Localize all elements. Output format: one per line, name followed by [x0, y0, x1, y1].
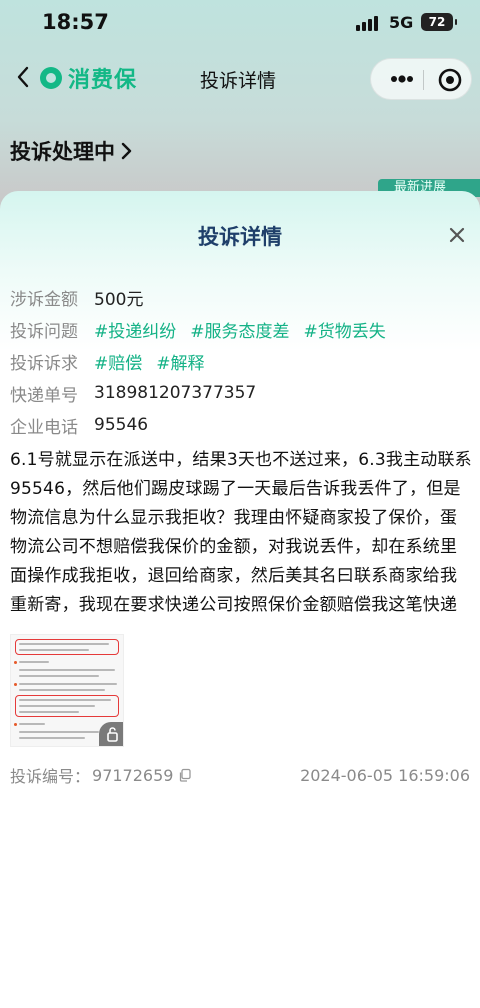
evidence-line: [19, 661, 49, 663]
capsule-divider: [423, 70, 424, 90]
nav-bar: 消费保 投诉详情: [0, 52, 480, 106]
amount-value: 500元: [94, 289, 144, 310]
status-time: 18:57: [42, 10, 109, 34]
tracking-number: 318981207377357: [94, 383, 257, 403]
evidence-dot: [14, 683, 17, 686]
evidence-line: [19, 731, 99, 733]
evidence-highlight-box: [15, 639, 119, 655]
amount-label: 涉诉金额: [10, 289, 78, 310]
demand-label: 投诉诉求: [10, 353, 78, 374]
complaint-id-value: 97172659: [92, 765, 174, 785]
tracking-label: 快递单号: [10, 385, 78, 406]
evidence-line: [19, 705, 95, 707]
evidence-line: [19, 649, 89, 651]
more-icon[interactable]: [385, 65, 419, 93]
evidence-line: [19, 737, 85, 739]
complaint-timestamp: 2024-06-05 16:59:06: [300, 765, 470, 785]
close-miniprogram-icon[interactable]: [437, 67, 463, 93]
phone-label: 企业电话: [10, 417, 78, 438]
signal-icon: [356, 15, 378, 31]
back-arrow-icon[interactable]: [12, 62, 36, 92]
evidence-line: [19, 643, 109, 645]
nav-title: 投诉详情: [200, 70, 277, 92]
status-bar: 18:57 5G 72: [0, 0, 480, 46]
copy-icon[interactable]: [178, 768, 192, 782]
amount-row: 涉诉金额 500元: [10, 284, 143, 310]
complaint-detail-sheet: 投诉详情 涉诉金额 500元 投诉问题 #投递纠纷 #服务态度差 #货物丢失 投…: [0, 191, 480, 1008]
network-label: 5G: [389, 13, 414, 32]
demand-row: 投诉诉求 #赔偿 #解释: [10, 348, 219, 374]
evidence-line: [19, 669, 115, 671]
demand-tag[interactable]: #赔偿: [94, 349, 142, 374]
page-heading-text: 投诉处理中: [10, 140, 115, 164]
phone-row: 企业电话 95546: [10, 412, 148, 438]
issue-tag[interactable]: #投递纠纷: [94, 317, 176, 342]
sheet-title: 投诉详情: [198, 225, 282, 249]
close-icon[interactable]: [447, 225, 467, 245]
page-heading[interactable]: 投诉处理中: [10, 136, 133, 166]
footer-row: 投诉编号： 97172659 2024-06-05 16:59:06: [10, 763, 470, 787]
evidence-line: [19, 699, 111, 701]
demand-tag[interactable]: #解释: [156, 349, 204, 374]
brand-logo-icon: [40, 67, 62, 89]
brand: 消费保: [40, 64, 138, 93]
issue-tag[interactable]: #货物丢失: [304, 317, 386, 342]
tracking-row: 快递单号 318981207377357: [10, 380, 256, 406]
issue-label: 投诉问题: [10, 321, 78, 342]
complaint-description: 6.1号就显示在派送中，结果3天也不送过来，6.3我主动联系95546，然后他们…: [10, 450, 472, 615]
battery-icon: 72: [421, 13, 457, 31]
evidence-line: [19, 689, 105, 691]
issue-tag[interactable]: #服务态度差: [190, 317, 289, 342]
complaint-id-label: 投诉编号：: [10, 767, 91, 786]
evidence-dot: [14, 723, 17, 726]
evidence-line: [19, 711, 79, 713]
chevron-right-icon: [121, 142, 132, 160]
evidence-line: [19, 675, 99, 677]
phone-value: 95546: [94, 415, 149, 435]
brand-name: 消费保: [68, 68, 138, 93]
miniprogram-capsule: [370, 58, 472, 100]
evidence-dot: [14, 661, 17, 664]
evidence-line: [19, 723, 45, 725]
expand-image-icon[interactable]: [99, 722, 123, 746]
evidence-image-thumbnail[interactable]: [10, 634, 124, 747]
issue-row: 投诉问题 #投递纠纷 #服务态度差 #货物丢失: [10, 316, 400, 342]
evidence-line: [19, 683, 117, 685]
